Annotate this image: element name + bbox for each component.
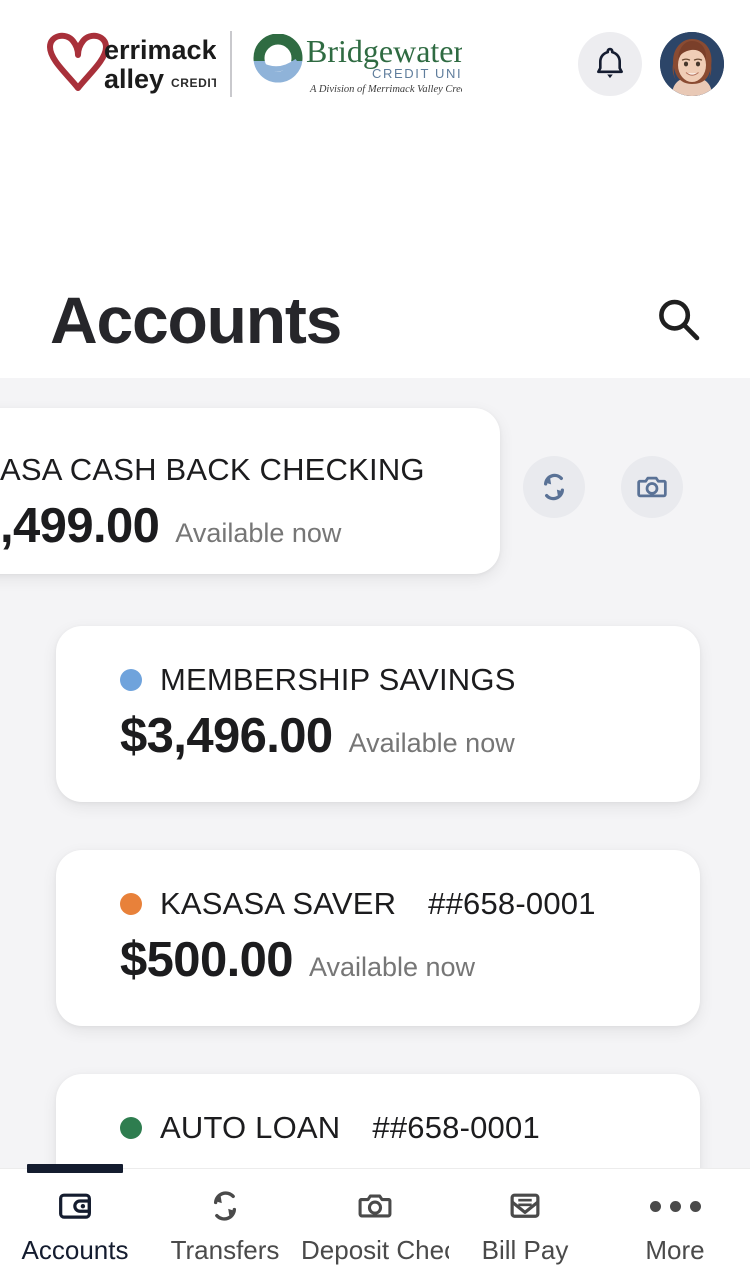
- search-icon: [659, 299, 700, 341]
- bottom-navigation: Accounts Transfers Deposit Check: [0, 1164, 750, 1276]
- account-name: KASASA SAVER: [160, 886, 397, 921]
- mv-tagline-text: CREDIT UNION: [171, 76, 216, 90]
- bridgewater-logo: Bridgewater CREDIT UNION A Division of M…: [250, 27, 462, 101]
- account-header: ASA CASH BACK CHECKING: [0, 452, 500, 488]
- avatar-photo: [660, 32, 724, 96]
- account-color-dot: [120, 1117, 142, 1139]
- account-balance-row: $3,496.00 Available now: [120, 708, 700, 764]
- camera-icon: [637, 476, 667, 498]
- bell-icon: [597, 47, 623, 79]
- account-name: AUTO LOAN: [160, 1110, 341, 1145]
- quick-actions: [523, 456, 683, 518]
- account-name: MEMBERSHIP SAVINGS: [160, 662, 516, 697]
- envelope-icon: [506, 1185, 544, 1227]
- search-button[interactable]: [648, 289, 710, 351]
- merrimack-valley-logo-icon: errimack alley CREDIT UNION: [47, 32, 216, 94]
- nav-item-transfers[interactable]: Transfers: [150, 1185, 300, 1266]
- ellipsis-dot: [689, 1200, 701, 1212]
- logo-divider: [230, 31, 232, 97]
- notifications-button[interactable]: [578, 32, 642, 96]
- accounts-list[interactable]: ASA CASH BACK CHECKING ,499.00 Available…: [0, 378, 750, 1250]
- nav-item-deposit-check[interactable]: Deposit Check: [300, 1185, 450, 1266]
- nav-item-accounts[interactable]: Accounts: [0, 1185, 150, 1266]
- ellipsis-dot: [669, 1200, 681, 1212]
- account-header: MEMBERSHIP SAVINGS: [120, 662, 700, 698]
- nav-label: Bill Pay: [481, 1235, 569, 1265]
- deposit-check-button[interactable]: [621, 456, 683, 518]
- header-actions: [578, 32, 724, 96]
- logo-group: errimack alley CREDIT UNION Bridgewater …: [44, 25, 578, 103]
- account-balance: ,499.00: [0, 499, 160, 553]
- nav-label: More: [645, 1235, 705, 1265]
- avatar[interactable]: [660, 32, 724, 96]
- page-title: Accounts: [50, 283, 342, 357]
- account-balance: $3,496.00: [120, 709, 333, 763]
- account-number: ##658-0001: [428, 886, 596, 921]
- bridgewater-logo-icon: Bridgewater CREDIT UNION A Division of M…: [253, 33, 462, 95]
- account-name: ASA CASH BACK CHECKING: [0, 452, 425, 487]
- bw-name-text: Bridgewater: [306, 33, 462, 69]
- bw-tagline-text: CREDIT UNION: [372, 66, 462, 81]
- account-color-dot: [120, 893, 142, 915]
- account-header: KASASA SAVER ##658-0001: [120, 886, 700, 922]
- page-title-row: Accounts: [0, 268, 750, 372]
- account-card[interactable]: KASASA SAVER ##658-0001 $500.00 Availabl…: [56, 850, 700, 1026]
- camera-icon: [356, 1185, 394, 1227]
- account-header: AUTO LOAN ##658-0001: [120, 1110, 700, 1146]
- transfer-button[interactable]: [523, 456, 585, 518]
- mv-line2-text: alley: [104, 64, 164, 94]
- mv-line1-text: errimack: [104, 35, 216, 65]
- account-number: ##658-0001: [372, 1110, 540, 1145]
- account-status: Available now: [308, 952, 476, 982]
- account-status: Available now: [348, 728, 515, 758]
- account-card[interactable]: MEMBERSHIP SAVINGS $3,496.00 Available n…: [56, 626, 700, 802]
- nav-label: Transfers: [170, 1235, 280, 1265]
- transfer-icon: [543, 473, 565, 501]
- nav-item-more[interactable]: More: [600, 1185, 750, 1266]
- account-status: Available now: [175, 518, 342, 548]
- account-card-featured[interactable]: ASA CASH BACK CHECKING ,499.00 Available…: [0, 408, 500, 574]
- account-color-dot: [120, 669, 142, 691]
- account-balance-row: $500.00 Available now: [120, 932, 700, 988]
- wallet-icon: [56, 1185, 94, 1227]
- nav-item-bill-pay[interactable]: Bill Pay: [450, 1185, 600, 1266]
- transfer-icon: [206, 1185, 244, 1227]
- account-balance-row: ,499.00 Available now: [0, 498, 500, 554]
- account-balance: $500.00: [120, 933, 294, 987]
- ellipsis-icon: [649, 1185, 701, 1227]
- nav-label: Deposit Check: [301, 1235, 449, 1265]
- ellipsis-dot: [649, 1200, 661, 1212]
- app-header: errimack alley CREDIT UNION Bridgewater …: [0, 0, 750, 128]
- merrimack-valley-logo: errimack alley CREDIT UNION: [44, 28, 216, 100]
- nav-label: Accounts: [21, 1235, 129, 1265]
- active-tab-indicator: [27, 1164, 123, 1173]
- bw-subtagline-text: A Division of Merrimack Valley Credit Un…: [309, 84, 462, 95]
